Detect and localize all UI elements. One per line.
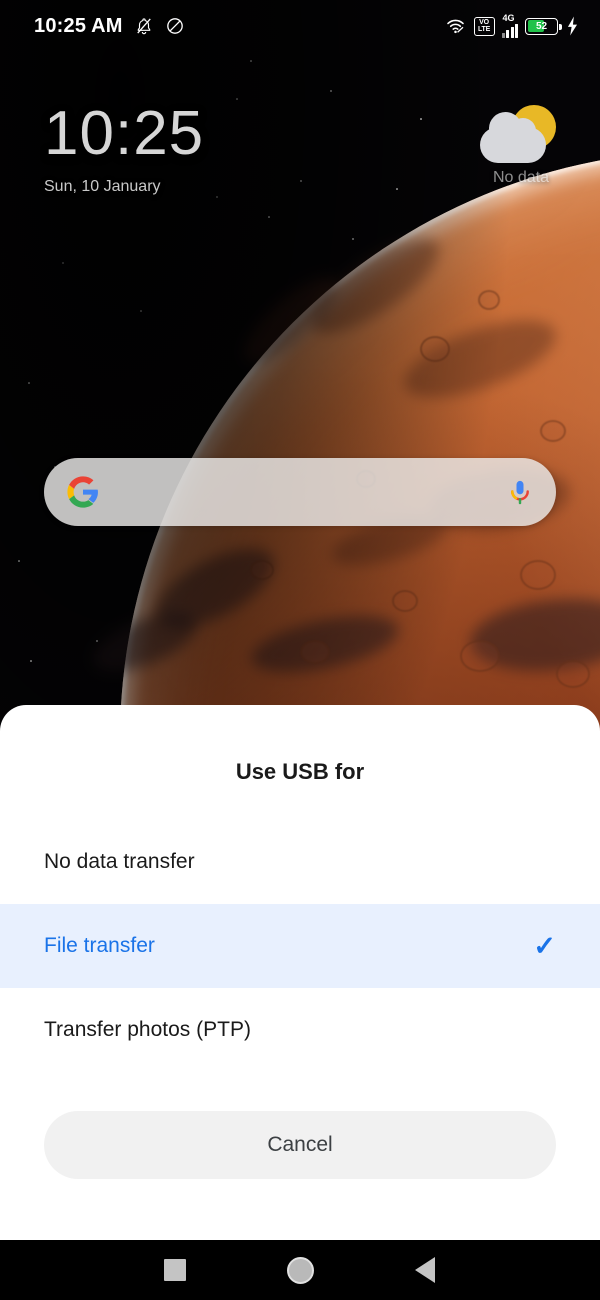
- do-not-disturb-icon: [166, 18, 183, 34]
- weather-condition-label: No data: [492, 169, 550, 186]
- usb-options-bottom-sheet: Use USB for No data transfer File transf…: [0, 705, 600, 1240]
- google-g-icon: [67, 476, 98, 508]
- sheet-title: Use USB for: [235, 759, 365, 784]
- weather-widget[interactable]: No data: [466, 105, 576, 187]
- nav-back-button[interactable]: [363, 1257, 488, 1283]
- lockscreen-date: Sun, 10 January: [44, 178, 161, 195]
- usb-option-label: No data transfer: [44, 850, 195, 873]
- status-bar-right: VO LTE 4G 52: [444, 14, 581, 38]
- microphone-icon[interactable]: [506, 477, 534, 507]
- cancel-button[interactable]: Cancel: [44, 1111, 556, 1179]
- usb-option-label: Transfer photos (PTP): [44, 1018, 251, 1041]
- check-icon: ✓: [533, 930, 556, 961]
- signal-bars: [501, 24, 518, 38]
- nav-home-button[interactable]: [238, 1256, 363, 1284]
- home-circle-icon: [286, 1256, 314, 1284]
- signal-bars-icon: 4G: [501, 13, 518, 38]
- status-bar: 10:25 AM VO LTE 4G 52: [0, 0, 600, 52]
- navigation-bar: [0, 1240, 600, 1300]
- search-input[interactable]: [100, 458, 506, 526]
- usb-option-file-transfer[interactable]: File transfer ✓: [0, 904, 600, 988]
- volte-top-label: VO: [479, 19, 489, 26]
- status-bar-left: 10:25 AM: [34, 15, 185, 38]
- google-search-bar[interactable]: [44, 458, 556, 526]
- usb-option-label: File transfer: [44, 934, 155, 957]
- wifi-icon: [446, 19, 464, 34]
- back-triangle-icon: [415, 1257, 435, 1283]
- charging-bolt-icon: [567, 16, 578, 36]
- nav-recents-button[interactable]: [113, 1259, 238, 1281]
- partly-cloudy-icon: [480, 105, 562, 165]
- network-type-label: 4G: [502, 13, 515, 23]
- lockscreen-clock-widget: 10:25 Sun, 10 January: [44, 103, 204, 196]
- bell-mute-icon: [136, 18, 151, 35]
- phone-screen: 10:25 AM VO LTE 4G 52 10:25 Sun, 10 Janu…: [0, 0, 600, 1300]
- volte-icon: VO LTE: [473, 16, 495, 36]
- lockscreen-time: 10:25: [44, 99, 205, 168]
- usb-option-no-data-transfer[interactable]: No data transfer: [0, 820, 600, 904]
- usb-option-transfer-photos-ptp[interactable]: Transfer photos (PTP): [0, 988, 600, 1072]
- battery-icon: 52: [525, 17, 562, 35]
- volte-bottom-label: LTE: [477, 26, 491, 33]
- status-bar-clock: 10:25 AM: [34, 14, 123, 37]
- battery-percent-label: 52: [535, 20, 548, 32]
- recents-square-icon: [164, 1259, 186, 1281]
